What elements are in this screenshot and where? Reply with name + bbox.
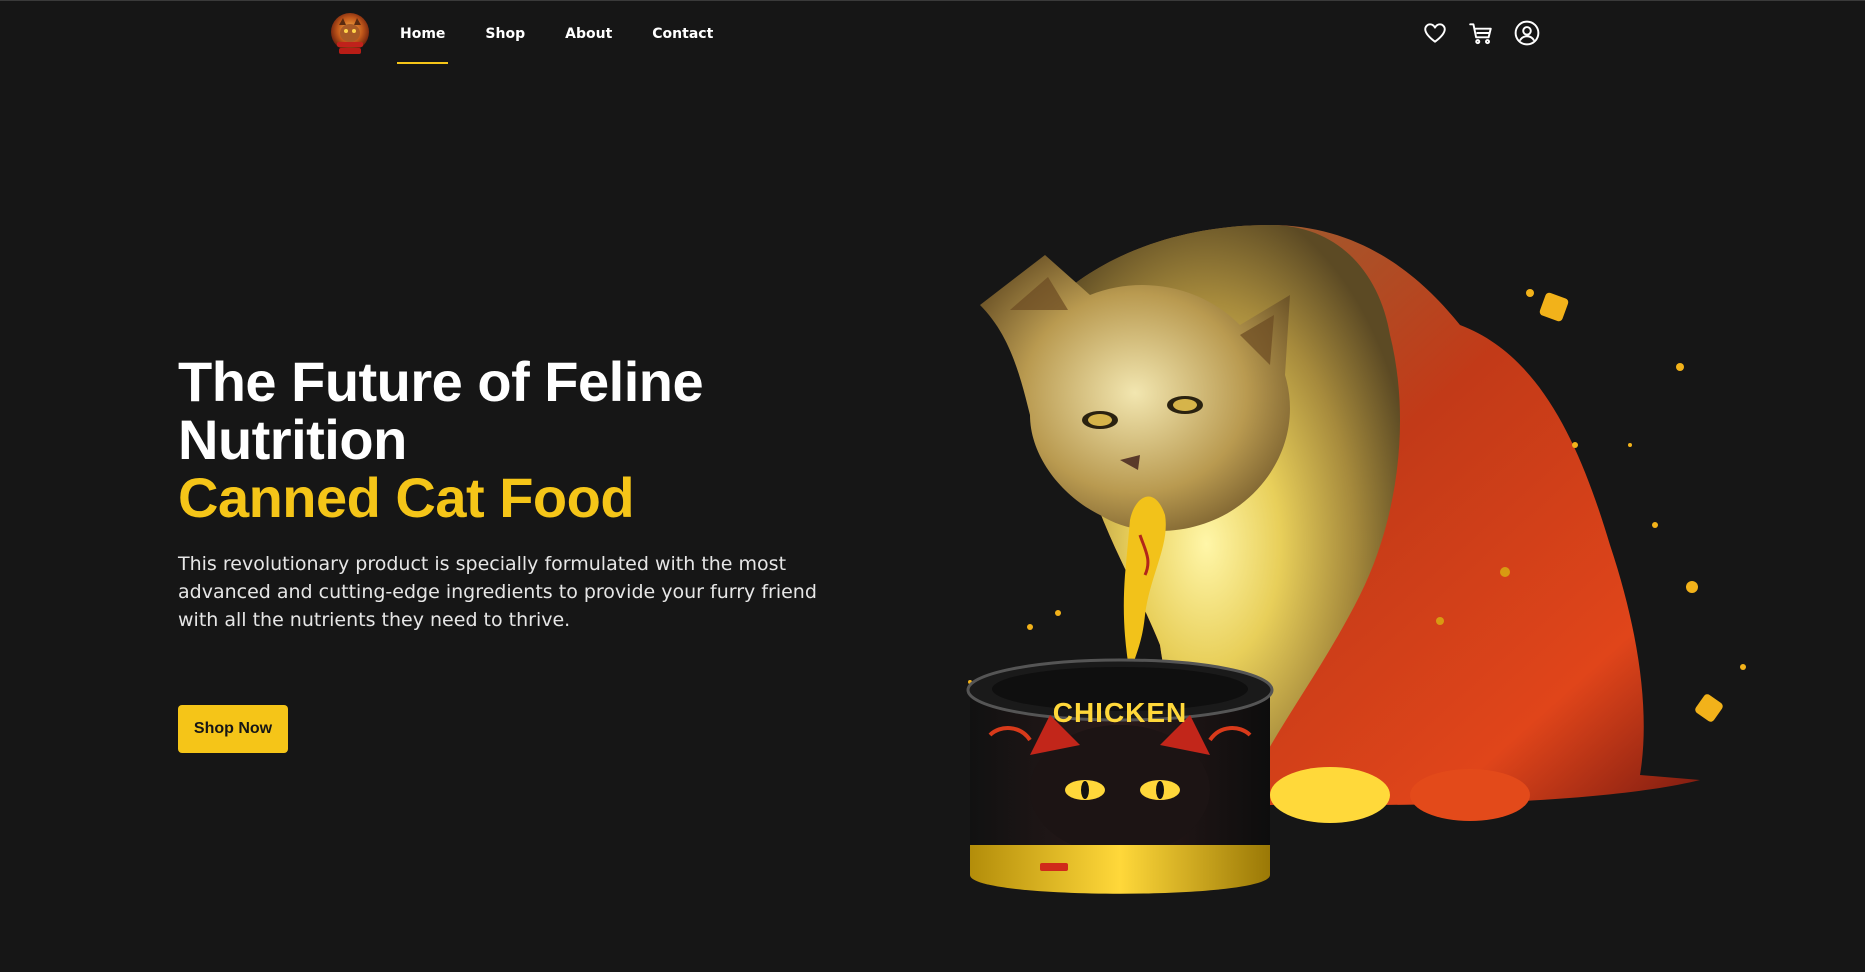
heart-icon[interactable] (1422, 20, 1448, 46)
brand-logo[interactable] (330, 12, 370, 57)
user-icon[interactable] (1514, 20, 1540, 46)
nav-about[interactable]: About (557, 24, 620, 64)
hero-title-accent: Canned Cat Food (178, 466, 635, 529)
hero-description: This revolutionary product is specially … (178, 553, 817, 631)
header-actions (1422, 20, 1540, 46)
can-label: CHICKEN (1053, 697, 1188, 728)
nav-contact[interactable]: Contact (644, 24, 721, 64)
nav-home[interactable]: Home (392, 24, 453, 64)
nav-shop[interactable]: Shop (477, 24, 533, 64)
site-header: Home Shop About Contact (0, 0, 1865, 70)
shop-now-button[interactable]: Shop Now (178, 705, 288, 753)
hero-title-line: The Future of Feline (178, 350, 704, 413)
hero-title-line: Nutrition (178, 408, 407, 471)
hero-title: The Future of Feline Nutrition Canned Ca… (178, 353, 898, 527)
hero-cat-illustration: CHICKEN (966, 225, 1746, 894)
chicken-can: CHICKEN (966, 658, 1274, 894)
cart-icon[interactable] (1468, 20, 1494, 46)
main-nav: Home Shop About Contact (392, 24, 745, 64)
